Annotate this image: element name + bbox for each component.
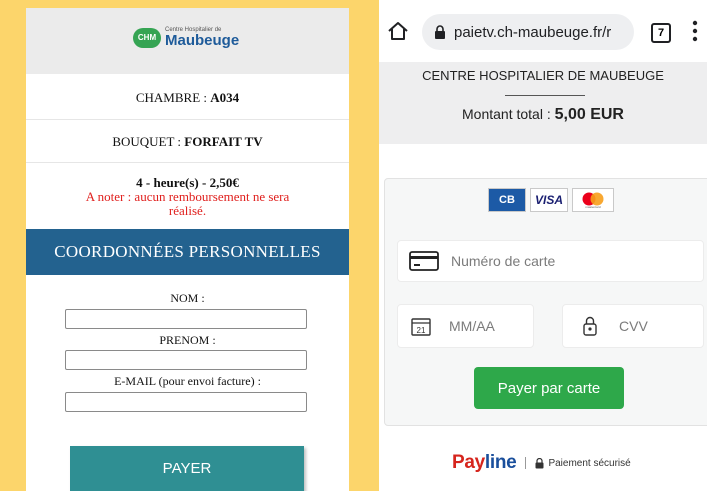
merchant-summary: CENTRE HOSPITALIER DE MAUBEUGE Montant t… [379,62,707,144]
svg-text:21: 21 [417,326,426,335]
room-row: CHAMBRE : A034 [26,90,349,106]
room-value: A034 [210,90,240,105]
padlock-icon [583,316,597,336]
total-amount: Montant total : 5,00 EUR [379,106,707,124]
nom-label: NOM : [170,291,205,305]
kebab-menu-icon[interactable] [692,19,698,43]
email-label: E-MAIL (pour envoi facture) : [114,374,261,388]
hospital-logo: CHM Centre Hospitalier de Maubeuge [133,27,239,48]
email-input[interactable] [65,392,307,412]
credit-card-icon [409,251,439,271]
browser-toolbar: paietv.ch-maubeuge.fr/r 7 [379,0,707,62]
home-icon[interactable] [387,20,409,42]
expiry-field[interactable]: 21 MM/AA [397,304,534,348]
secure-lock-icon [535,457,544,468]
hospital-header: CHM Centre Hospitalier de Maubeuge [26,8,349,74]
calendar-icon: 21 [411,318,431,336]
mastercard-logo-icon: mastercard [572,188,614,212]
right-card-payment: paietv.ch-maubeuge.fr/r 7 CENTRE HOSPITA… [379,0,707,491]
url-text: paietv.ch-maubeuge.fr/r [454,23,612,41]
prenom-label: PRENOM : [159,333,216,347]
cb-logo-icon: CB [488,188,526,212]
prenom-input[interactable] [65,350,307,370]
room-label: CHAMBRE : [135,90,207,105]
divider [525,457,527,469]
cvv-placeholder: CVV [619,318,648,334]
notice-line-2: réalisé. [168,203,207,218]
left-payment-form: CHM Centre Hospitalier de Maubeuge CHAMB… [26,8,349,491]
nom-input[interactable] [65,309,307,329]
card-number-placeholder: Numéro de carte [451,253,556,269]
price-block: 4 - heure(s) - 2,50€ A noter : aucun rem… [26,176,349,218]
divider [26,119,349,120]
amount-value: 5,00 EUR [554,106,624,123]
payline-logo: Payline [452,452,517,473]
duration-price: 4 - heure(s) - 2,50€ [136,175,239,190]
pay-button[interactable]: PAYER [70,446,304,491]
visa-logo-icon: VISA [530,188,568,212]
bouquet-value: FORFAIT TV [184,134,263,149]
divider [505,95,585,96]
tab-switcher-button[interactable]: 7 [651,23,671,43]
notice-line-1: A noter : aucun remboursement ne sera [85,189,290,204]
expiry-placeholder: MM/AA [449,318,495,334]
amount-label: Montant total : [462,106,551,122]
hospital-name: CENTRE HOSPITALIER DE MAUBEUGE [422,68,664,83]
secure-payment-label: Paiement sécurisé [535,457,631,469]
lock-icon [435,25,445,39]
card-brands: CB VISA mastercard [488,188,614,212]
pay-by-card-button[interactable]: Payer par carte [474,367,624,409]
logo-badge: CHM [133,27,161,48]
divider [26,162,349,163]
logo-title: Maubeuge [165,32,240,49]
section-title: COORDONNÉES PERSONNELLES [26,229,349,275]
address-bar[interactable]: paietv.ch-maubeuge.fr/r [422,14,634,50]
bouquet-label: BOUQUET : [112,134,182,149]
bouquet-row: BOUQUET : FORFAIT TV [26,134,349,150]
cvv-field[interactable]: CVV [562,304,704,348]
payline-footer: Payline Paiement sécurisé [452,452,631,474]
card-number-field[interactable]: Numéro de carte [397,240,704,282]
